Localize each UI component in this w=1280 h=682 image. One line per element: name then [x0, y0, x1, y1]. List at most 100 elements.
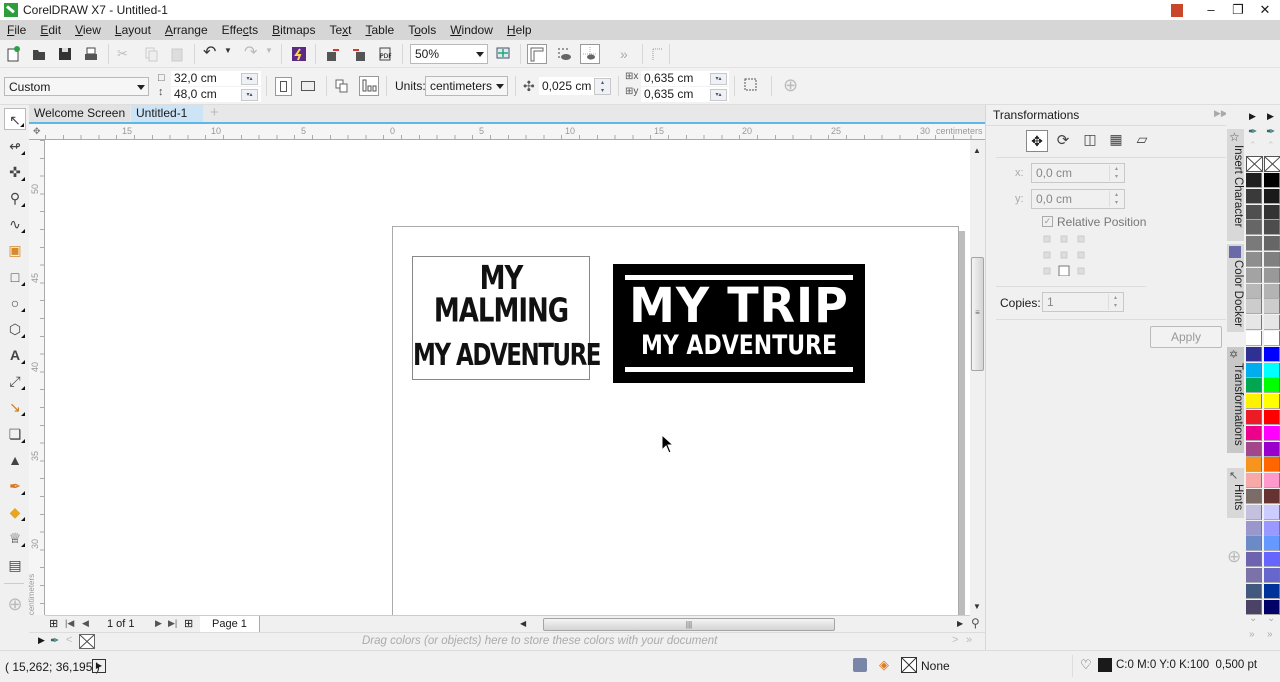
- ruler-origin-icon[interactable]: ✥: [33, 126, 41, 137]
- color-swatch[interactable]: [1246, 441, 1262, 457]
- last-page-icon[interactable]: ▶|: [168, 618, 177, 629]
- scroll-palette-right-icon[interactable]: >: [952, 634, 958, 646]
- duplicate-y-spinner[interactable]: ▾▴: [710, 89, 727, 101]
- undo-dropdown-icon[interactable]: ▼: [224, 46, 232, 62]
- color-swatch[interactable]: [1246, 552, 1262, 568]
- restore-button[interactable]: ❐: [1227, 1, 1249, 19]
- customize-toolbox-icon[interactable]: ⊕: [4, 593, 26, 615]
- x-spinner[interactable]: ▴ ▾: [1109, 165, 1123, 181]
- menu-layout[interactable]: Layout: [108, 20, 158, 40]
- color-swatch[interactable]: [1264, 410, 1280, 425]
- crop-tool-icon[interactable]: ✜: [4, 161, 26, 183]
- guidelines-icon[interactable]: [650, 46, 666, 62]
- color-swatch[interactable]: [1264, 283, 1280, 299]
- first-page-icon[interactable]: |◀: [65, 618, 74, 629]
- color-swatch[interactable]: [1246, 362, 1262, 378]
- nudge-spinner[interactable]: ▴ ▾: [594, 78, 611, 95]
- polygon-tool-icon[interactable]: ⬡: [4, 318, 26, 340]
- menu-text[interactable]: Text: [322, 20, 358, 40]
- color-swatch[interactable]: [1246, 473, 1262, 489]
- color-swatch[interactable]: [1264, 204, 1280, 220]
- color-swatch[interactable]: [1264, 441, 1280, 457]
- color-swatch[interactable]: [1246, 568, 1262, 583]
- interactive-fill-tool-icon[interactable]: ◆: [4, 501, 26, 523]
- scroll-down-icon[interactable]: ▼: [973, 602, 981, 611]
- color-swatch[interactable]: [1264, 568, 1280, 583]
- new-tab-icon[interactable]: +: [205, 105, 224, 122]
- landscape-button[interactable]: [301, 81, 315, 91]
- parallel-dimension-tool-icon[interactable]: ⤢: [4, 370, 26, 392]
- docker-tab-insert-character[interactable]: ☆ Insert Character: [1227, 129, 1244, 241]
- color-swatch[interactable]: [1246, 410, 1262, 425]
- palette1-eyedropper-icon[interactable]: ✒: [1248, 125, 1257, 138]
- smart-fill-pen-tool-icon[interactable]: ♕: [4, 527, 26, 549]
- redo-icon[interactable]: ↷: [244, 45, 260, 62]
- snap-to-icon[interactable]: [580, 44, 600, 64]
- anchor-point-grid[interactable]: [1042, 234, 1087, 277]
- color-swatch[interactable]: [1264, 220, 1280, 236]
- x-position-input[interactable]: 0,0 cm ▴ ▾: [1031, 163, 1125, 183]
- document-palette[interactable]: ▶ ✒ < Drag colors (or objects) here to s…: [29, 632, 985, 650]
- no-color-swatch[interactable]: [79, 634, 95, 649]
- menu-window[interactable]: Window: [443, 20, 500, 40]
- vertical-scrollbar[interactable]: ▲ ≡ ▼: [970, 140, 985, 615]
- color-swatch[interactable]: [1264, 425, 1280, 441]
- page-width-spinner[interactable]: ▾▴: [241, 73, 258, 85]
- freehand-tool-icon[interactable]: ∿: [4, 213, 26, 235]
- color-swatch[interactable]: [1246, 346, 1262, 362]
- shape-tool-icon[interactable]: ↫: [4, 135, 26, 157]
- zoom-navigator-icon[interactable]: ⚲: [971, 616, 980, 630]
- zoom-tool-icon[interactable]: ⚲: [4, 187, 26, 209]
- y-spinner[interactable]: ▴ ▾: [1109, 191, 1123, 207]
- treat-as-filled-icon[interactable]: [743, 77, 759, 93]
- color-swatch[interactable]: [1264, 362, 1280, 378]
- page-tab-1[interactable]: Page 1: [200, 616, 260, 632]
- docker-tab-transformations[interactable]: ✡ Transformations: [1227, 347, 1244, 453]
- color-swatch[interactable]: [1246, 425, 1262, 441]
- text-object-trip[interactable]: MY TRIP MY ADVENTURE: [613, 264, 865, 383]
- color-swatch[interactable]: [1264, 552, 1280, 568]
- vertical-scroll-thumb[interactable]: ≡: [971, 257, 984, 371]
- skew-icon[interactable]: ▱: [1132, 131, 1152, 151]
- eyedropper-icon[interactable]: ✒: [50, 634, 59, 647]
- previous-page-icon[interactable]: ◀: [82, 618, 89, 629]
- fill-none-swatch[interactable]: [901, 657, 917, 673]
- menu-help[interactable]: Help: [500, 20, 539, 40]
- user-account-icon[interactable]: [1166, 1, 1188, 19]
- docker-tab-hints[interactable]: ↖ Hints: [1227, 468, 1244, 518]
- size-icon[interactable]: ▦: [1106, 131, 1126, 151]
- color-swatch[interactable]: [1264, 315, 1280, 331]
- corel-connect-icon[interactable]: [291, 46, 307, 62]
- transparency-tool-icon[interactable]: ▲: [4, 449, 26, 471]
- color-swatch[interactable]: [1264, 252, 1280, 267]
- color-swatch[interactable]: [1246, 489, 1262, 504]
- color-swatch[interactable]: [1264, 504, 1280, 520]
- menu-view[interactable]: View: [68, 20, 108, 40]
- menu-edit[interactable]: Edit: [33, 20, 68, 40]
- color-swatch[interactable]: [1246, 331, 1262, 346]
- tab-untitled-1[interactable]: Untitled-1: [131, 105, 203, 122]
- color-swatch[interactable]: [1246, 283, 1262, 299]
- color-swatch[interactable]: [1264, 299, 1280, 315]
- minimize-button[interactable]: –: [1200, 1, 1222, 19]
- color-swatch[interactable]: [1264, 394, 1280, 410]
- expand-palette-icon[interactable]: »: [966, 634, 972, 646]
- close-button[interactable]: ✕: [1254, 1, 1276, 19]
- export-tool-icon[interactable]: ▤: [4, 554, 26, 576]
- color-swatch[interactable]: [1264, 173, 1280, 188]
- palette-menu-icon[interactable]: ▶: [38, 635, 45, 646]
- page-height-spinner[interactable]: ▾▴: [241, 89, 258, 101]
- current-page-icon[interactable]: [359, 76, 379, 96]
- save-icon[interactable]: [57, 46, 73, 62]
- more-tools-icon[interactable]: »: [620, 46, 636, 62]
- import-icon[interactable]: [325, 46, 341, 62]
- vertical-ruler[interactable]: 50 45 40 35 30 centimeters: [27, 140, 45, 615]
- scale-mirror-icon[interactable]: ◫: [1080, 131, 1100, 151]
- color-swatch[interactable]: [1264, 331, 1280, 346]
- scroll-right-icon[interactable]: ▶: [957, 619, 963, 628]
- palette1-expand-icon[interactable]: »: [1249, 629, 1255, 640]
- text-object-malming[interactable]: MY MALMING MY ADVENTURE: [412, 256, 602, 380]
- drop-shadow-tool-icon[interactable]: ❏: [4, 423, 26, 445]
- export-pdf-icon[interactable]: PDF: [377, 46, 393, 62]
- color-swatch[interactable]: [1264, 520, 1280, 536]
